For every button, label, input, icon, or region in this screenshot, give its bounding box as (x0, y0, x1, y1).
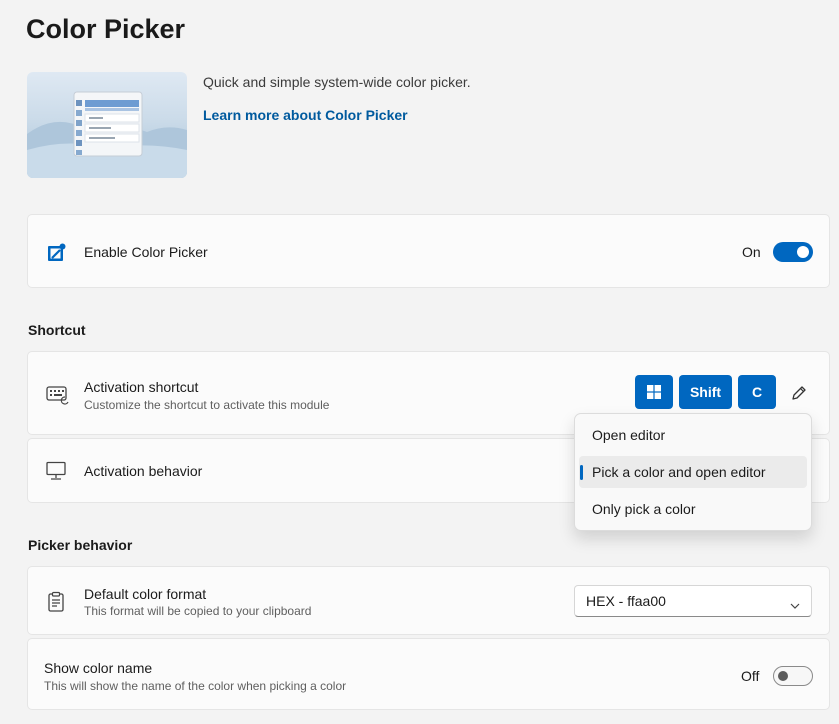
color-format-value: HEX - ffaa00 (586, 593, 666, 609)
windows-key (635, 375, 673, 409)
option-pick-color-and-open-editor-label: Pick a color and open editor (592, 464, 766, 480)
option-open-editor[interactable]: Open editor (579, 419, 807, 451)
default-color-format-title: Default color format (84, 586, 207, 602)
activation-behavior-flyout: Open editor Pick a color and open editor… (574, 413, 812, 531)
default-color-format-subtitle: This format will be copied to your clipb… (84, 604, 312, 618)
hero-description: Quick and simple system-wide color picke… (203, 74, 471, 90)
clipboard-icon (46, 591, 68, 618)
enable-toggle-state: On (742, 244, 761, 260)
show-color-name-subtitle: This will show the name of the color whe… (44, 679, 347, 693)
activation-shortcut-title: Activation shortcut (84, 379, 199, 395)
shortcut-section-header: Shortcut (28, 322, 86, 338)
selection-indicator (580, 465, 583, 480)
learn-more-link[interactable]: Learn more about Color Picker (203, 107, 408, 123)
show-color-name-card: Show color name This will show the name … (27, 638, 830, 710)
show-color-name-toggle[interactable] (773, 666, 813, 686)
color-picker-preview-illustration (27, 91, 187, 178)
monitor-icon (46, 461, 68, 486)
show-color-name-title: Show color name (44, 660, 153, 676)
enable-color-picker-card: Enable Color Picker On (27, 214, 830, 288)
activation-shortcut-subtitle: Customize the shortcut to activate this … (84, 398, 330, 412)
show-color-name-toggle-state: Off (741, 668, 760, 684)
pencil-icon (792, 386, 806, 400)
option-only-pick-a-color[interactable]: Only pick a color (579, 493, 807, 525)
color-picker-icon (46, 241, 68, 268)
keyboard-icon (46, 385, 70, 410)
windows-logo-icon (647, 385, 661, 399)
chevron-down-icon (790, 597, 800, 615)
shift-key: Shift (679, 375, 732, 409)
hero-image (27, 72, 187, 178)
picker-behavior-section-header: Picker behavior (28, 537, 133, 553)
activation-behavior-title: Activation behavior (84, 463, 203, 479)
color-format-dropdown[interactable]: HEX - ffaa00 (574, 585, 812, 617)
page-title: Color Picker (26, 14, 186, 44)
enable-toggle[interactable] (773, 242, 813, 262)
edit-shortcut-button[interactable] (788, 382, 810, 404)
enable-color-picker-label: Enable Color Picker (84, 244, 208, 260)
option-pick-color-and-open-editor[interactable]: Pick a color and open editor (579, 456, 807, 488)
default-color-format-card: Default color format This format will be… (27, 566, 830, 635)
c-key: C (738, 375, 776, 409)
